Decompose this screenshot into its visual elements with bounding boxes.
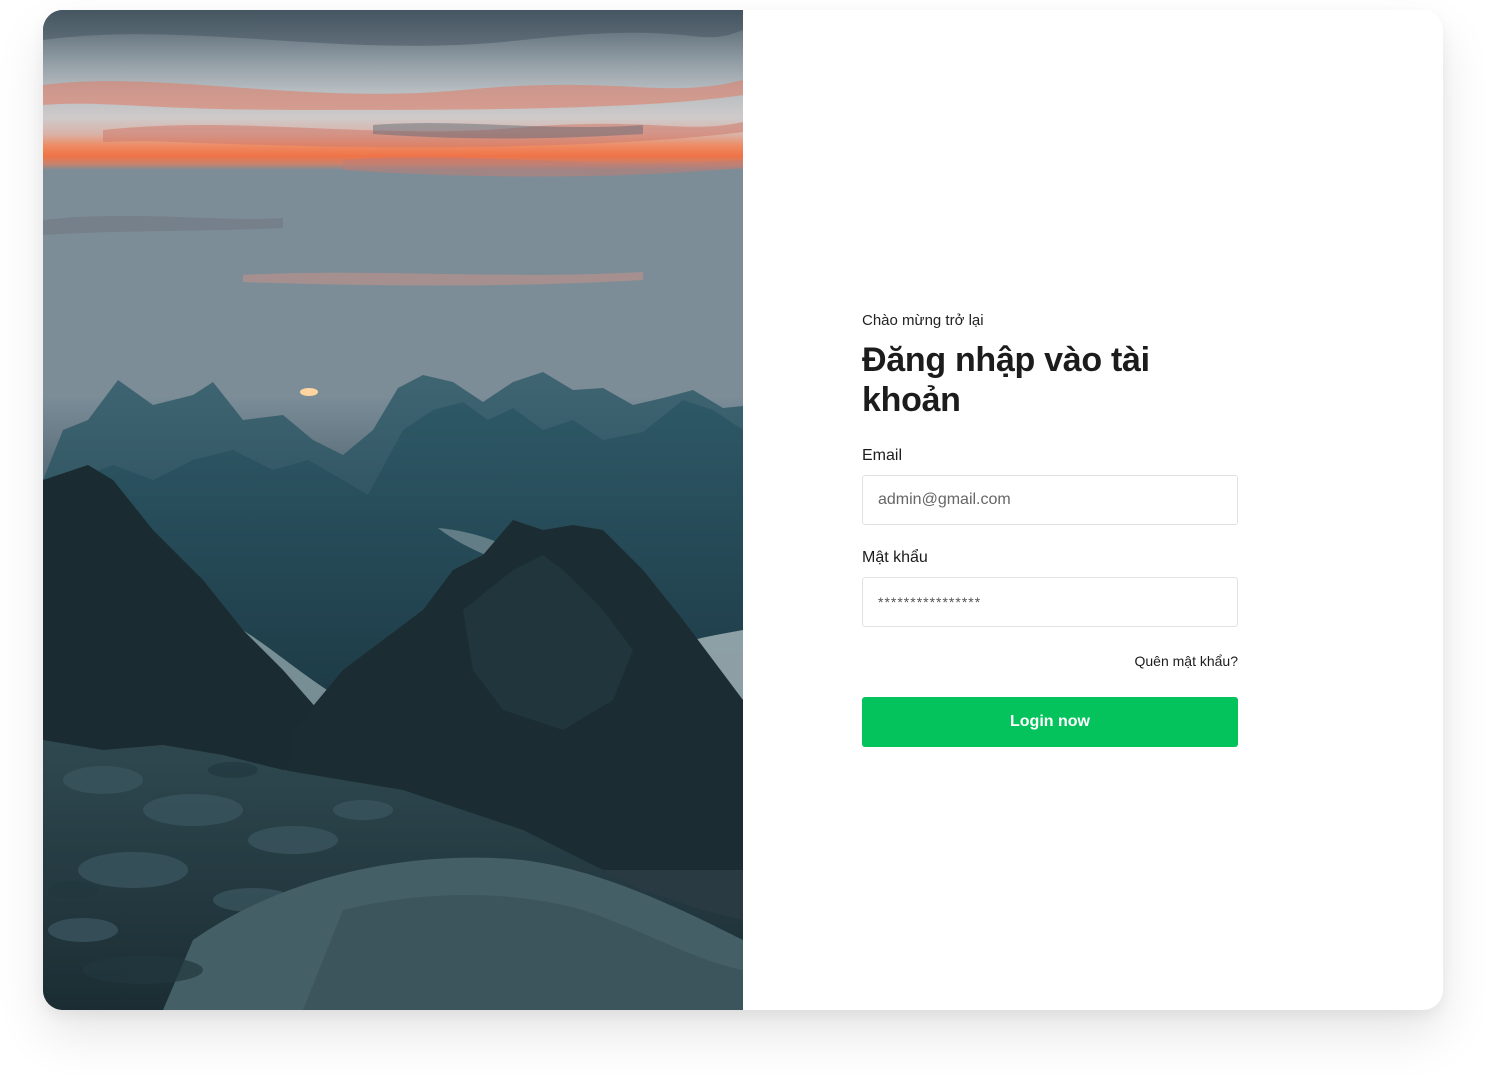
login-button[interactable]: Login now bbox=[862, 697, 1238, 747]
password-value: **************** bbox=[878, 594, 982, 610]
password-field[interactable]: **************** bbox=[862, 577, 1238, 627]
forgot-password-link[interactable]: Quên mật khẩu? bbox=[1134, 653, 1238, 669]
mountain-sunset-photo bbox=[43, 10, 743, 1010]
page-title: Đăng nhập vào tài khoản bbox=[862, 341, 1150, 419]
email-field[interactable]: admin@gmail.com bbox=[862, 475, 1238, 525]
email-label: Email bbox=[862, 447, 903, 464]
email-value: admin@gmail.com bbox=[878, 491, 1011, 508]
login-form: Chào mừng trở lại Đăng nhập vào tài khoả… bbox=[862, 312, 1238, 747]
password-label: Mật khẩu bbox=[862, 549, 928, 566]
forgot-password-row: Quên mật khẩu? bbox=[862, 652, 1238, 671]
welcome-text: Chào mừng trở lại bbox=[862, 312, 984, 329]
